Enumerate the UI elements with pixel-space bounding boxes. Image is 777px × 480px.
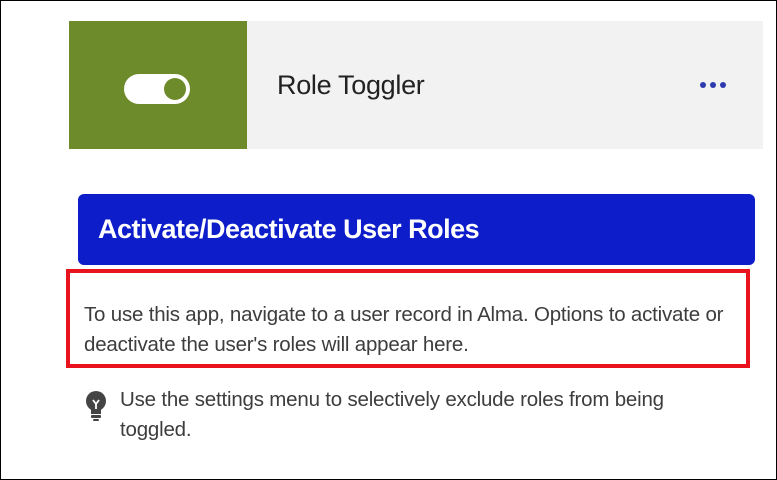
more-horizontal-icon [720,82,726,88]
app-header: Role Toggler [69,21,763,149]
lightbulb-icon [86,391,106,421]
app-frame: Role Toggler Activate/Deactivate User Ro… [0,0,777,480]
instructions-text: To use this app, navigate to a user reco… [84,303,724,356]
more-horizontal-icon [710,82,716,88]
app-icon-tile [69,21,247,149]
banner-title: Activate/Deactivate User Roles [98,214,480,244]
tip-text: Use the settings menu to selectively exc… [120,388,664,441]
more-horizontal-icon [700,82,706,88]
toggle-knob [164,78,186,100]
toggle-on-icon [124,74,190,104]
instructions-highlight-box: To use this app, navigate to a user reco… [66,269,750,368]
section-banner: Activate/Deactivate User Roles [78,194,755,265]
app-title: Role Toggler [277,70,425,100]
more-options-button[interactable] [693,69,733,101]
